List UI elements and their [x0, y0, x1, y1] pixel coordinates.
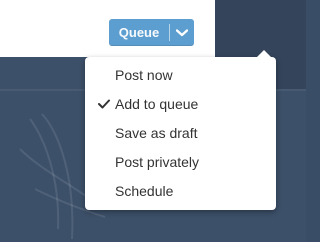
queue-button[interactable]: Queue	[109, 19, 169, 46]
checkmark-icon	[98, 99, 110, 109]
menu-item-post-privately[interactable]: Post privately	[85, 148, 276, 176]
menu-item-add-to-queue[interactable]: Add to queue	[85, 90, 276, 118]
chevron-down-icon	[176, 28, 188, 36]
menu-item-save-as-draft[interactable]: Save as draft	[85, 119, 276, 147]
post-options-menu: Post now Add to queue Save as draft Post…	[85, 50, 276, 210]
queue-options-toggle[interactable]	[170, 19, 194, 46]
queue-split-button[interactable]: Queue	[109, 19, 194, 46]
menu-item-schedule[interactable]: Schedule	[85, 177, 276, 205]
menu-item-post-now[interactable]: Post now	[85, 61, 276, 89]
menu-pointer	[257, 50, 271, 57]
